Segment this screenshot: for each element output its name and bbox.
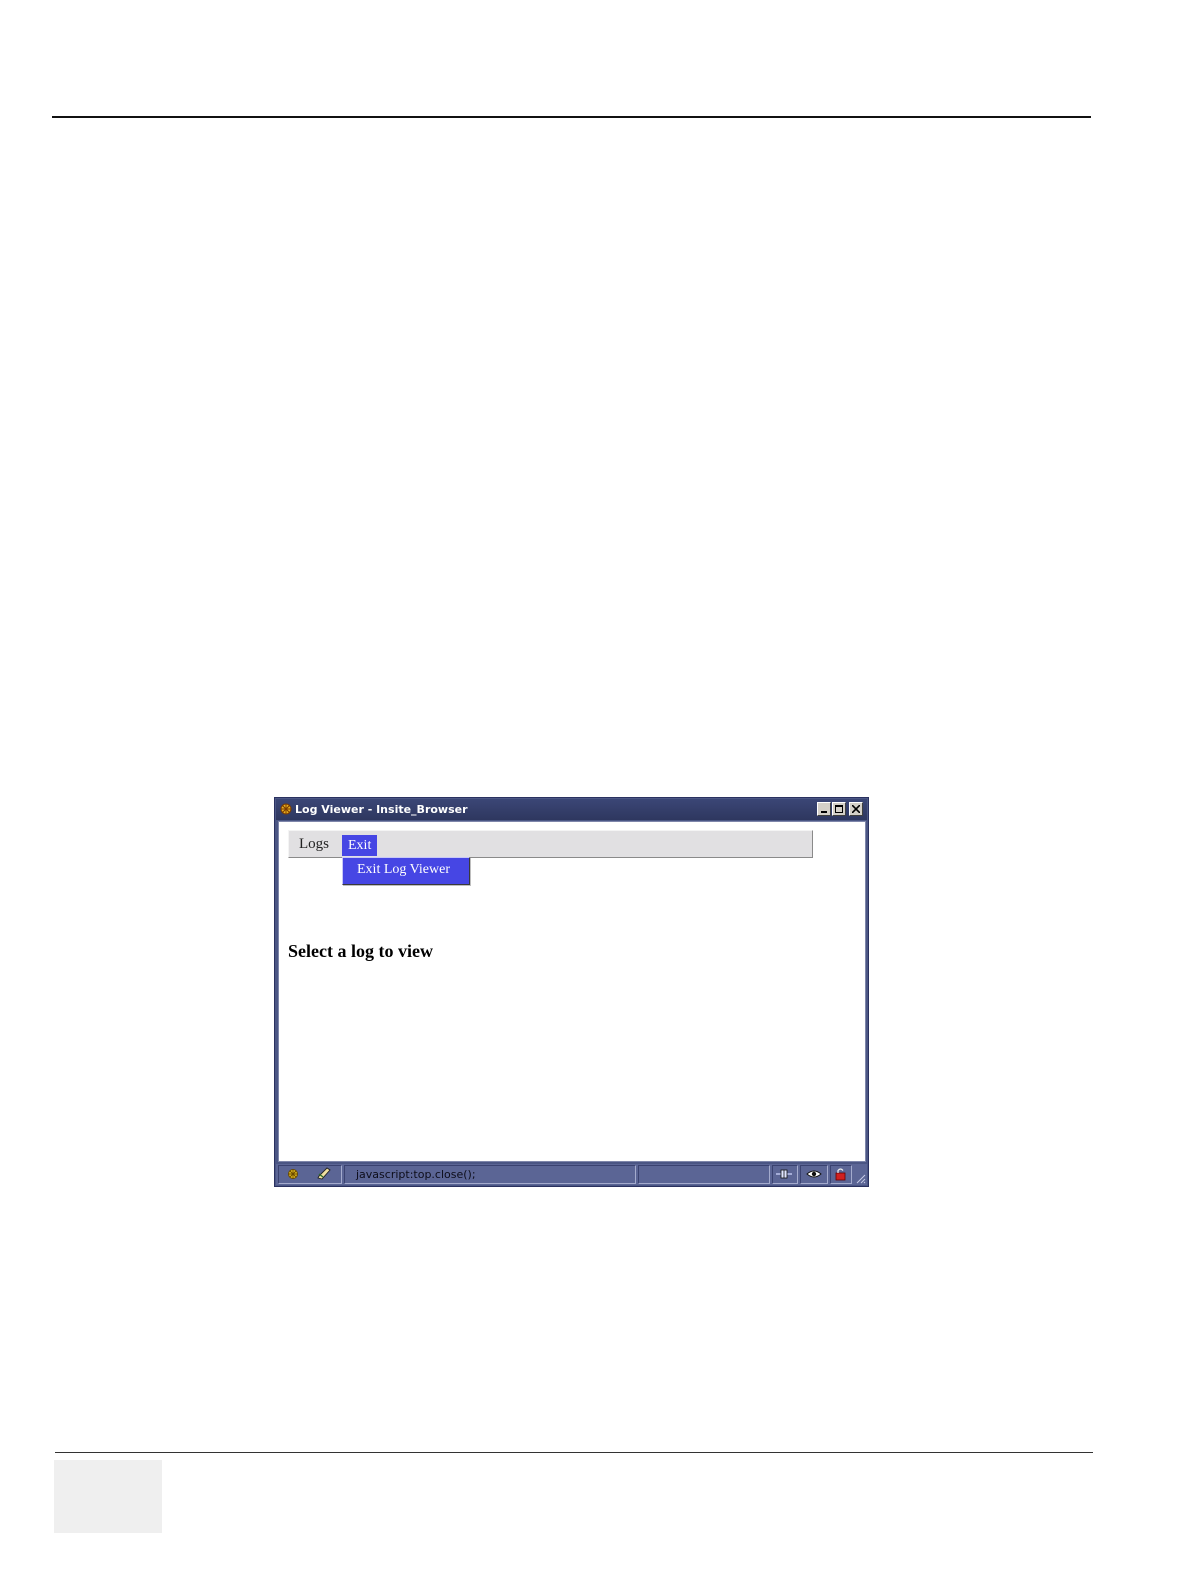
status-progress-cell	[638, 1165, 770, 1184]
status-text: javascript:top.close();	[356, 1168, 476, 1181]
close-button[interactable]	[849, 802, 863, 816]
menu-item-exit-log-viewer[interactable]: Exit Log Viewer	[357, 862, 450, 878]
edit-icon[interactable]	[316, 1167, 332, 1181]
connection-icon[interactable]	[776, 1167, 792, 1181]
close-icon	[852, 805, 860, 813]
footer-rule	[55, 1452, 1093, 1453]
menu-bar: Logs Exit	[288, 830, 813, 858]
page-content: Logs Exit Exit Log Viewer Select a log t…	[278, 821, 866, 1162]
privacy-eye-icon[interactable]	[806, 1167, 822, 1181]
status-bar: javascript:top.close();	[276, 1164, 867, 1185]
maximize-button[interactable]	[832, 802, 846, 816]
title-bar[interactable]: Log Viewer - Insite_Browser	[276, 799, 867, 820]
menu-exit[interactable]: Exit	[342, 835, 378, 856]
menu-logs[interactable]: Logs	[299, 836, 329, 853]
globe-icon	[280, 803, 292, 815]
security-lock-icon[interactable]	[833, 1167, 849, 1181]
exit-dropdown: Exit Log Viewer	[342, 857, 470, 885]
footer-box	[54, 1460, 162, 1533]
minimize-button[interactable]	[817, 802, 831, 816]
header-rule	[52, 116, 1091, 118]
page-heading: Select a log to view	[288, 941, 433, 961]
resize-grip-icon[interactable]	[854, 1172, 866, 1184]
window-title: Log Viewer - Insite_Browser	[295, 803, 468, 816]
globe-icon	[288, 1169, 298, 1179]
log-viewer-window: Log Viewer - Insite_Browser Logs Exit Ex…	[274, 797, 869, 1187]
